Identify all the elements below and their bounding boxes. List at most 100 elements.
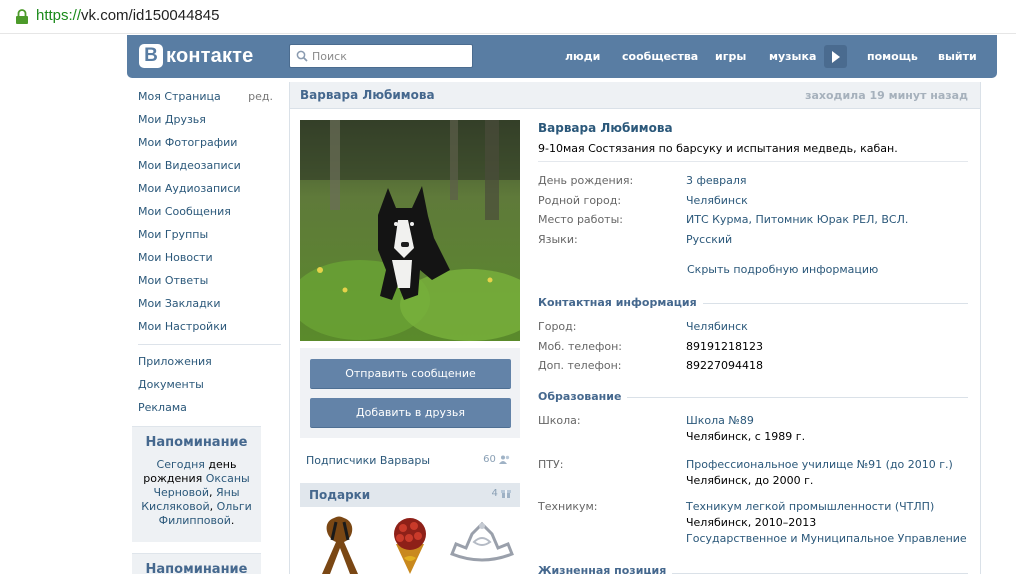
menu-bookmarks[interactable]: Мои Закладки xyxy=(138,295,283,318)
menu-divider xyxy=(138,344,281,345)
school-label: Школа: xyxy=(538,414,581,427)
contact-section-title[interactable]: Контактная информация xyxy=(538,296,703,309)
subscribers-number: 60 xyxy=(483,454,496,465)
url-path: vk.com/id150044845 xyxy=(81,7,220,24)
gifts-title: Подарки xyxy=(309,488,371,502)
bouquet-gift-icon[interactable] xyxy=(374,514,446,574)
nav-communities-link[interactable]: сообщества xyxy=(622,50,698,63)
menu-audio[interactable]: Мои Аудиозаписи xyxy=(138,180,283,203)
address-bar[interactable]: https://vk.com/id150044845 xyxy=(0,0,1016,34)
menu-photos[interactable]: Мои Фотографии xyxy=(138,134,283,157)
nav-games-link[interactable]: игры xyxy=(715,50,746,63)
hometown-value[interactable]: Челябинск xyxy=(686,193,748,209)
menu-groups[interactable]: Мои Группы xyxy=(138,226,283,249)
nav-music-link[interactable]: музыка xyxy=(769,50,816,63)
profile-name: Варвара Любимова xyxy=(538,121,673,135)
logo-letter: B xyxy=(139,44,163,68)
nav-games[interactable]: игры xyxy=(715,35,746,78)
nav-music[interactable]: музыка xyxy=(769,35,816,78)
nav-logout[interactable]: выйти xyxy=(938,35,977,78)
nav-logout-link[interactable]: выйти xyxy=(938,50,977,63)
menu-news[interactable]: Мои Новости xyxy=(138,249,283,272)
reminder-separator: , xyxy=(209,486,217,499)
tech-detail: Челябинск, 2010–2013 xyxy=(686,516,817,529)
birthday-label: День рождения: xyxy=(538,174,634,187)
left-menu: Моя Страница ред. Мои Друзья Мои Фотограф… xyxy=(138,88,283,422)
reminder-title: Напоминание xyxy=(145,562,248,574)
nav-communities[interactable]: сообщества xyxy=(622,35,698,78)
gifts-count: 4 xyxy=(491,488,511,499)
menu-friends[interactable]: Мои Друзья xyxy=(138,111,283,134)
ptu-value[interactable]: Профессиональное училище №91 (до 2010 г.… xyxy=(686,457,953,473)
profile-status[interactable]: 9-10мая Состязания по барсуку и испытани… xyxy=(538,142,898,155)
school-detail: Челябинск, с 1989 г. xyxy=(686,430,806,443)
education-section-title[interactable]: Образование xyxy=(538,390,628,403)
languages-label: Языки: xyxy=(538,233,578,246)
send-message-button[interactable]: Отправить сообщение xyxy=(310,359,511,389)
subscribers-count: 60 xyxy=(483,454,511,465)
tech-value[interactable]: Техникум легкой промышленности (ЧТЛП) xyxy=(686,499,934,515)
reminder-today-link[interactable]: Сегодня xyxy=(157,458,205,471)
extra-phone-value: 89227094418 xyxy=(686,359,763,372)
nav-help-link[interactable]: помощь xyxy=(867,50,918,63)
reminder-title: Напоминание xyxy=(145,435,248,450)
menu-ads[interactable]: Реклама xyxy=(138,399,283,422)
nav-people-link[interactable]: люди xyxy=(565,50,600,63)
search-icon xyxy=(296,50,308,62)
tech-label: Техникум: xyxy=(538,500,598,513)
subscribers-label: Подписчики Варвары xyxy=(306,454,431,467)
hometown-label: Родной город: xyxy=(538,194,622,207)
life-section-title[interactable]: Жизненная позиция xyxy=(538,564,673,574)
page-title: Варвара Любимова xyxy=(300,88,435,102)
menu-messages[interactable]: Мои Сообщения xyxy=(138,203,283,226)
work-label: Место работы: xyxy=(538,213,623,226)
menu-settings[interactable]: Мои Настройки xyxy=(138,318,283,341)
second-reminder: Напоминание xyxy=(132,553,261,574)
birthday-value[interactable]: 3 февраля xyxy=(686,173,747,189)
url-text[interactable]: https://vk.com/id150044845 xyxy=(36,7,219,24)
play-icon xyxy=(832,51,840,63)
subscribers-row[interactable]: Подписчики Варвары 60 xyxy=(306,454,511,467)
gift-icon xyxy=(501,490,511,498)
edit-menu-link[interactable]: ред. xyxy=(248,88,273,105)
work-value[interactable]: ИТС Курма, Питомник Юрак РЕЛ, ВСЛ. xyxy=(686,212,908,228)
menu-apps[interactable]: Приложения xyxy=(138,353,283,376)
nav-help[interactable]: помощь xyxy=(867,35,918,78)
city-value[interactable]: Челябинск xyxy=(686,319,748,335)
menu-videos[interactable]: Мои Видеозаписи xyxy=(138,157,283,180)
search-input[interactable] xyxy=(312,47,467,65)
vk-logo[interactable]: B контакте xyxy=(139,44,254,68)
reminder-end: . xyxy=(230,514,235,527)
last-seen: заходила 19 минут назад xyxy=(805,89,968,102)
tech-faculty[interactable]: Государственное и Муниципальное Управлен… xyxy=(686,531,967,547)
profile-photo[interactable] xyxy=(300,120,520,341)
reminder-body: Сегодня день рождения Оксаны Черновой, Я… xyxy=(132,458,261,536)
menu-my-page[interactable]: Моя Страница ред. xyxy=(138,88,283,111)
hide-details-link[interactable]: Скрыть подробную информацию xyxy=(687,263,878,276)
ribbon-gift-icon[interactable] xyxy=(304,514,376,574)
menu-answers[interactable]: Мои Ответы xyxy=(138,272,283,295)
status-divider xyxy=(538,161,968,162)
languages-value[interactable]: Русский xyxy=(686,232,732,248)
mobile-label: Моб. телефон: xyxy=(538,340,623,353)
school-value[interactable]: Школа №89 xyxy=(686,413,754,429)
birthday-reminder: Напоминание Сегодня день рождения Оксаны… xyxy=(132,426,261,542)
play-button[interactable] xyxy=(824,45,847,68)
profile-actions: Отправить сообщение Добавить в друзья xyxy=(300,348,520,438)
search-box[interactable] xyxy=(289,44,473,68)
ptu-label: ПТУ: xyxy=(538,458,564,471)
city-label: Город: xyxy=(538,320,577,333)
add-friend-button[interactable]: Добавить в друзья xyxy=(310,398,511,428)
lock-icon xyxy=(16,9,28,24)
tiara-gift-icon[interactable] xyxy=(446,514,518,574)
mobile-value: 89191218123 xyxy=(686,340,763,353)
logo-word: контакте xyxy=(166,44,254,67)
ptu-detail: Челябинск, до 2000 г. xyxy=(686,474,814,487)
people-icon xyxy=(499,455,510,464)
profile-title-bar: Варвара Любимова заходила 19 минут назад xyxy=(290,82,980,109)
menu-documents[interactable]: Документы xyxy=(138,376,283,399)
gifts-header[interactable]: Подарки 4 xyxy=(300,483,520,507)
profile-page: Варвара Любимова заходила 19 минут назад xyxy=(289,82,981,574)
nav-people[interactable]: люди xyxy=(565,35,600,78)
url-protocol: https:// xyxy=(36,7,82,24)
